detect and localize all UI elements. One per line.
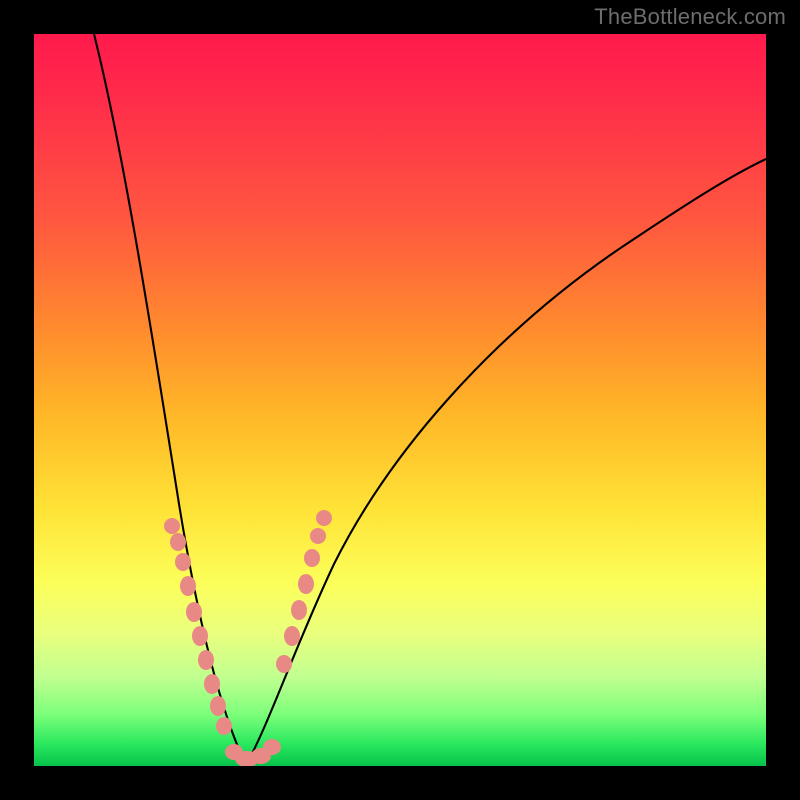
marker-dot: [291, 600, 307, 620]
marker-dot: [310, 528, 326, 544]
marker-dot: [170, 533, 186, 551]
marker-cluster-left: [164, 518, 232, 735]
marker-dot: [316, 510, 332, 526]
marker-dot: [175, 553, 191, 571]
marker-dot: [284, 626, 300, 646]
curve-left-branch: [94, 34, 246, 765]
marker-cluster-valley: [225, 739, 281, 766]
marker-dot: [204, 674, 220, 694]
marker-dot: [276, 655, 292, 673]
marker-dot: [164, 518, 180, 534]
marker-cluster-right: [276, 510, 332, 673]
plot-area: [34, 34, 766, 766]
curve-right-branch: [246, 159, 766, 765]
chart-stage: TheBottleneck.com: [0, 0, 800, 800]
marker-dot: [186, 602, 202, 622]
marker-dot: [216, 717, 232, 735]
marker-dot: [304, 549, 320, 567]
marker-dot: [198, 650, 214, 670]
marker-dot: [180, 576, 196, 596]
watermark-text: TheBottleneck.com: [594, 4, 786, 30]
marker-dot: [192, 626, 208, 646]
marker-dot: [298, 574, 314, 594]
marker-capsule: [263, 739, 281, 755]
curve-layer: [34, 34, 766, 766]
marker-dot: [210, 696, 226, 716]
